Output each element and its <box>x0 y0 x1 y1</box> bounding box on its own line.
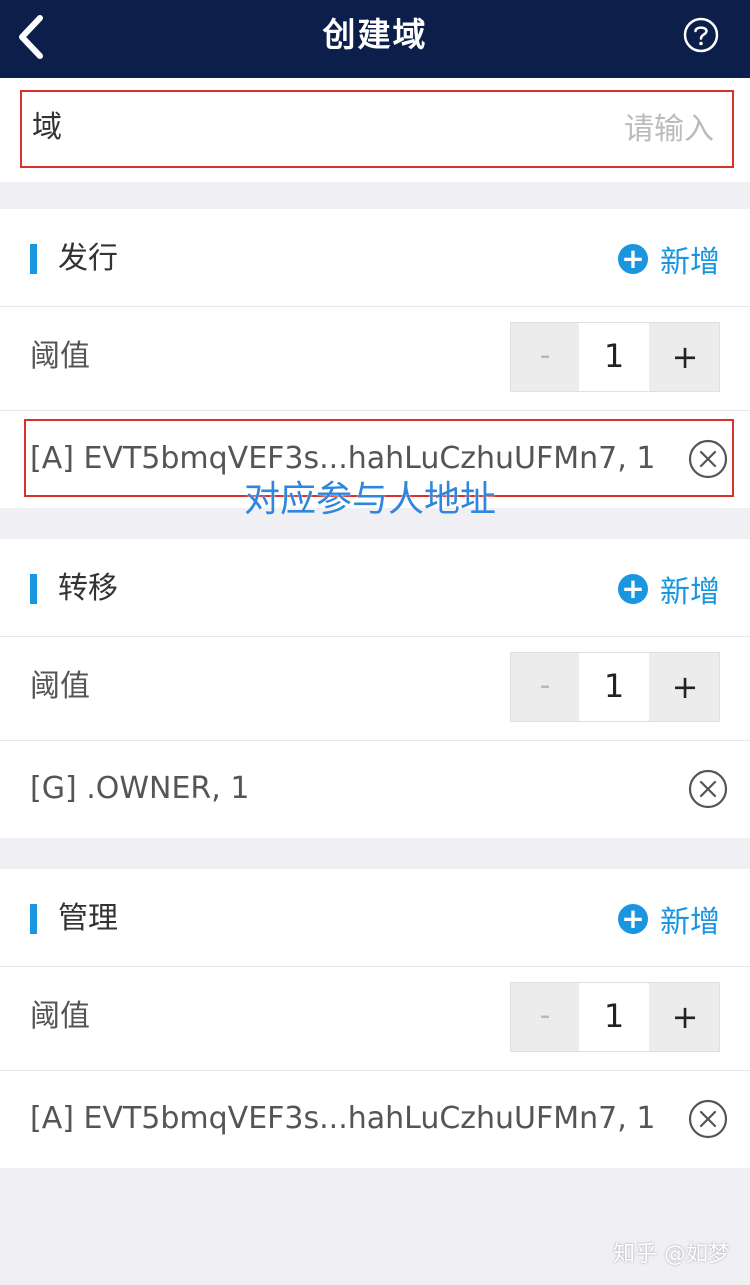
remove-circle-icon[interactable] <box>688 1099 728 1139</box>
help-button[interactable] <box>682 16 720 54</box>
list-item: [A] EVT5bmqVEF3s...hahLuCzhuUFMn7, 1 <box>0 1071 750 1168</box>
plus-circle-icon: + <box>618 244 648 274</box>
domain-label: 域 <box>32 110 62 145</box>
add-label: 新增 <box>660 905 720 940</box>
add-label: 新增 <box>660 245 720 280</box>
section-manage: 管理 + 新增 阈值 - 1 + [A] EVT5bmqVEF3s...hahL… <box>0 869 750 1168</box>
section-title: 管理 <box>58 901 118 936</box>
threshold-label: 阈值 <box>30 339 90 374</box>
increment-button[interactable]: + <box>651 983 719 1051</box>
add-button[interactable]: + 新增 <box>618 239 720 280</box>
top-nav-bar: 创建域 <box>0 0 750 78</box>
threshold-label: 阈值 <box>30 999 90 1034</box>
section-header: 发行 + 新增 <box>0 209 750 307</box>
threshold-row: 阈值 - 1 + <box>0 967 750 1071</box>
domain-input[interactable] <box>452 104 716 154</box>
increment-button[interactable]: + <box>651 653 719 721</box>
threshold-value[interactable]: 1 <box>579 323 649 391</box>
section-accent-bar <box>30 244 37 274</box>
question-circle-icon <box>683 17 719 53</box>
add-button[interactable]: + 新增 <box>618 569 720 610</box>
threshold-stepper: - 1 + <box>510 982 720 1052</box>
plus-circle-icon: + <box>618 904 648 934</box>
section-accent-bar <box>30 574 37 604</box>
section-header: 转移 + 新增 <box>0 539 750 637</box>
entry-text: [A] EVT5bmqVEF3s...hahLuCzhuUFMn7, 1 <box>30 1101 656 1136</box>
domain-row: 域 <box>0 78 750 182</box>
threshold-row: 阈值 - 1 + <box>0 307 750 411</box>
section-title: 发行 <box>58 241 118 276</box>
threshold-label: 阈值 <box>30 669 90 704</box>
increment-button[interactable]: + <box>651 323 719 391</box>
threshold-row: 阈值 - 1 + <box>0 637 750 741</box>
threshold-value[interactable]: 1 <box>579 653 649 721</box>
domain-field-highlight: 域 <box>20 90 734 168</box>
list-item: [G] .OWNER, 1 <box>0 741 750 838</box>
section-title: 转移 <box>58 571 118 606</box>
remove-circle-icon[interactable] <box>688 769 728 809</box>
threshold-stepper: - 1 + <box>510 322 720 392</box>
threshold-stepper: - 1 + <box>510 652 720 722</box>
page-title: 创建域 <box>322 15 428 54</box>
decrement-button[interactable]: - <box>511 983 579 1051</box>
add-button[interactable]: + 新增 <box>618 899 720 940</box>
section-accent-bar <box>30 904 37 934</box>
annotation-label: 对应参与人地址 <box>244 479 497 520</box>
section-header: 管理 + 新增 <box>0 869 750 967</box>
entry-text: [G] .OWNER, 1 <box>30 771 250 806</box>
remove-circle-icon[interactable] <box>688 439 728 479</box>
threshold-value[interactable]: 1 <box>579 983 649 1051</box>
add-label: 新增 <box>660 575 720 610</box>
plus-circle-icon: + <box>618 574 648 604</box>
watermark: 知乎 @如梦 <box>613 1242 730 1267</box>
decrement-button[interactable]: - <box>511 323 579 391</box>
decrement-button[interactable]: - <box>511 653 579 721</box>
section-issue: 发行 + 新增 阈值 - 1 + [A] EVT5bmqVEF3s...hahL… <box>0 209 750 508</box>
section-transfer: 转移 + 新增 阈值 - 1 + [G] .OWNER, 1 <box>0 539 750 838</box>
